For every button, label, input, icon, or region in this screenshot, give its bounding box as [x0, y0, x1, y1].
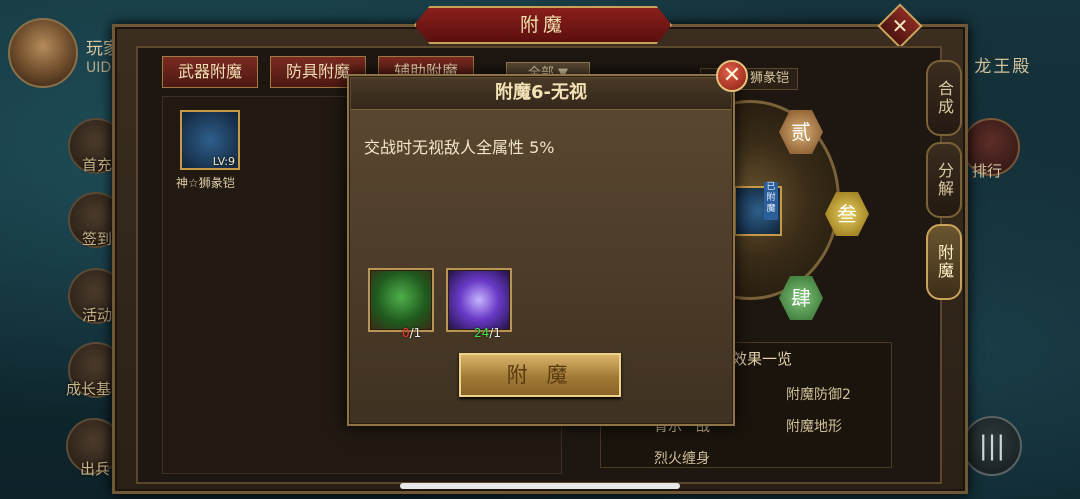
popup-close-button[interactable]: ✕	[716, 60, 748, 92]
material-count-2: 24/1	[474, 326, 501, 340]
armor-item-slot[interactable]: LV:9	[180, 110, 240, 170]
tab-compose[interactable]: 合成	[926, 60, 962, 136]
effect-item: 附魔地形	[786, 419, 842, 435]
material-slot-jade[interactable]	[368, 268, 434, 332]
first-recharge-label: 首充	[82, 156, 113, 174]
enchanted-tag: 已附魔	[764, 182, 778, 220]
sign-in-label: 签到	[82, 230, 113, 248]
home-indicator[interactable]	[400, 483, 680, 489]
popup-title: 附魔6-无视	[351, 78, 731, 110]
enchant-button[interactable]: 附 魔	[459, 353, 621, 397]
close-icon: ✕	[891, 14, 909, 38]
effects-title: 效果一览	[732, 350, 793, 368]
main-menu-button[interactable]: |||	[962, 416, 1022, 476]
player-avatar[interactable]	[8, 18, 78, 88]
uid-label: UID	[86, 60, 112, 76]
troops-label: 出兵	[80, 460, 111, 478]
item-name: 神☆狮彖铠	[176, 176, 235, 190]
popup-description: 交战时无视敌人全属性 5%	[364, 138, 555, 157]
tab-decompose[interactable]: 分解	[926, 142, 962, 218]
tab-enchant[interactable]: 附魔	[926, 224, 962, 300]
tab-weapon-enchant[interactable]: 武器附魔	[162, 56, 258, 88]
event-label: 活动	[82, 306, 113, 324]
effect-item: 附魔防御2	[786, 387, 851, 403]
window-title: 附魔	[414, 6, 672, 44]
material-count-1: 0/1	[402, 326, 422, 340]
ranking-label: 排行	[972, 162, 1003, 180]
close-icon: ✕	[722, 63, 742, 88]
material-slot-crystal[interactable]	[446, 268, 512, 332]
effect-item: 烈火缠身	[654, 451, 710, 467]
item-level: LV:9	[212, 155, 235, 168]
